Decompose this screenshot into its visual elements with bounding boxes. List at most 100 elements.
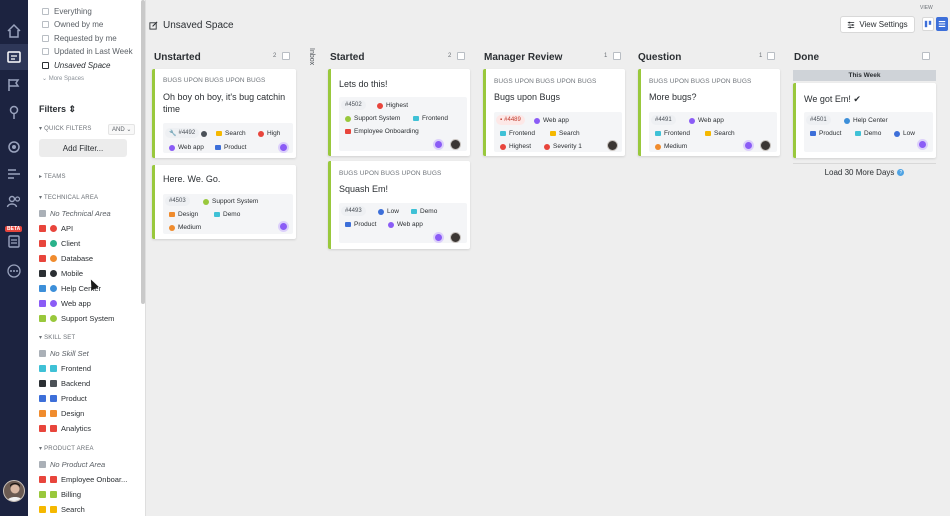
filter-option[interactable]: Frontend — [39, 362, 91, 374]
checkbox[interactable] — [39, 314, 46, 322]
help-icon[interactable]: ? — [897, 169, 905, 176]
more-spaces-link[interactable]: ⌄ More Spaces — [42, 75, 84, 82]
filter-option[interactable]: Web app — [39, 297, 91, 309]
filter-option[interactable]: Design — [39, 407, 84, 419]
story-card[interactable]: Here. We. Go. #4503 Support System Desig… — [152, 165, 296, 239]
sidebar-scrollbar[interactable] — [141, 0, 145, 304]
story-card[interactable]: BUGS UPON BUGS UPON BUGS More bugs? #449… — [638, 69, 780, 156]
tag[interactable]: Demo — [214, 209, 240, 220]
filter-option[interactable]: Employee Onboar... — [39, 473, 127, 485]
tag[interactable]: Product — [810, 128, 841, 139]
story-id-badge[interactable]: 🔧 #4492 — [165, 128, 200, 138]
checkbox[interactable] — [39, 394, 46, 402]
quick-filters-header[interactable]: ▾ QUICK FILTERS — [39, 125, 92, 132]
bug-id-badge[interactable]: ▪ #4489 — [496, 115, 525, 125]
tag[interactable]: Web app — [169, 142, 204, 153]
checkbox[interactable] — [39, 209, 46, 217]
tag[interactable]: Search — [550, 128, 580, 139]
product-area-header[interactable]: ▾ PRODUCT AREA — [39, 445, 94, 452]
tag[interactable]: Low — [378, 206, 399, 217]
owner-avatar[interactable] — [607, 140, 618, 151]
requester-avatar[interactable] — [760, 140, 771, 151]
filter-option[interactable]: Client — [39, 237, 80, 249]
story-id-badge[interactable]: #4502 — [341, 100, 366, 110]
owner-avatar[interactable] — [433, 232, 444, 243]
tag[interactable]: Web app — [689, 115, 724, 126]
checkbox[interactable] — [39, 269, 46, 277]
owner-avatar[interactable] — [433, 139, 444, 150]
spaces-icon[interactable] — [5, 48, 23, 66]
checkbox[interactable] — [39, 379, 46, 387]
tag[interactable]: Frontend — [500, 128, 535, 139]
owner-avatar[interactable] — [278, 221, 289, 232]
checkbox[interactable] — [39, 254, 46, 262]
filter-option[interactable]: Analytics — [39, 422, 91, 434]
column-select-checkbox[interactable] — [922, 52, 930, 60]
checkbox[interactable] — [39, 239, 46, 247]
checkbox[interactable] — [39, 224, 46, 232]
story-card[interactable]: BUGS UPON BUGS UPON BUGS Oh boy oh boy, … — [152, 69, 296, 158]
story-card[interactable]: BUGS UPON BUGS UPON BUGS Squash Em! #449… — [328, 161, 470, 249]
add-filter-button[interactable]: Add Filter... — [39, 139, 127, 157]
tag[interactable]: Employee Onboarding — [345, 126, 419, 137]
skill-set-header[interactable]: ▾ SKILL SET — [39, 334, 75, 341]
filter-option[interactable]: Support System — [39, 312, 114, 324]
tag[interactable]: Support System — [345, 113, 400, 124]
list-view-button[interactable] — [936, 17, 948, 31]
user-avatar[interactable] — [3, 480, 25, 502]
column-select-checkbox[interactable] — [457, 52, 465, 60]
view-settings-button[interactable]: View Settings — [840, 16, 915, 33]
story-id-badge[interactable]: #4491 — [651, 115, 676, 125]
roadmap-icon[interactable] — [5, 76, 23, 94]
location-icon[interactable] — [5, 103, 23, 121]
filter-option[interactable]: API — [39, 222, 73, 234]
story-card[interactable]: BUGS UPON BUGS UPON BUGS Bugs upon Bugs … — [483, 69, 625, 156]
story-card[interactable]: We got Em! ✔ #4501 Help Center Product D… — [793, 83, 936, 158]
filter-option[interactable]: No Skill Set — [39, 347, 89, 359]
checkbox[interactable] — [39, 424, 46, 432]
owner-avatar[interactable] — [917, 139, 928, 150]
column-select-checkbox[interactable] — [282, 52, 290, 60]
column-select-checkbox[interactable] — [613, 52, 621, 60]
tag[interactable]: Search — [705, 128, 735, 139]
story-id-badge[interactable]: #4493 — [341, 206, 366, 216]
tag[interactable]: Product — [345, 219, 376, 230]
filter-option[interactable]: Search — [39, 503, 85, 515]
list-icon[interactable] — [5, 165, 23, 183]
tag[interactable]: Design — [169, 209, 198, 220]
home-icon[interactable] — [5, 22, 23, 40]
checkbox[interactable] — [39, 299, 46, 307]
settings-icon[interactable] — [5, 138, 23, 156]
story-id-badge[interactable]: #4501 — [806, 115, 831, 125]
people-icon[interactable] — [5, 192, 23, 210]
filter-option[interactable]: No Technical Area — [39, 207, 111, 219]
nav-owned-by-me[interactable]: Owned by me — [42, 18, 103, 31]
tag[interactable]: Product — [215, 142, 246, 153]
checkbox[interactable] — [39, 460, 46, 468]
checkbox[interactable] — [39, 364, 46, 372]
story-id-badge[interactable]: #4503 — [165, 196, 190, 206]
beta-icon[interactable] — [5, 232, 23, 250]
filter-option[interactable]: No Product Area — [39, 458, 105, 470]
filter-option[interactable]: Mobile — [39, 267, 83, 279]
filters-title[interactable]: Filters ⇕ — [39, 104, 76, 115]
tag[interactable]: Frontend — [655, 128, 690, 139]
requester-avatar[interactable] — [450, 232, 461, 243]
nav-unsaved-space[interactable]: Unsaved Space — [42, 59, 110, 72]
filter-option[interactable]: Billing — [39, 488, 81, 500]
nav-everything[interactable]: Everything — [42, 5, 92, 18]
tag[interactable]: Highest — [377, 100, 408, 111]
tag[interactable]: Severity 1 — [544, 141, 582, 152]
owner-avatar[interactable] — [743, 140, 754, 151]
tag[interactable]: Frontend — [413, 113, 448, 124]
tag[interactable]: Low — [894, 128, 915, 139]
inbox-column-toggle[interactable]: Inbox — [308, 48, 315, 65]
tag[interactable]: Medium — [169, 222, 201, 233]
technical-area-header[interactable]: ▾ TECHNICAL AREA — [39, 194, 98, 201]
tag[interactable]: Demo — [411, 206, 437, 217]
checkbox[interactable] — [39, 490, 46, 498]
nav-updated-last-week[interactable]: Updated in Last Week — [42, 45, 133, 58]
filter-option[interactable]: Backend — [39, 377, 90, 389]
tag[interactable]: Support System — [203, 196, 258, 207]
load-more-button[interactable]: Load 30 More Days? — [793, 163, 936, 181]
